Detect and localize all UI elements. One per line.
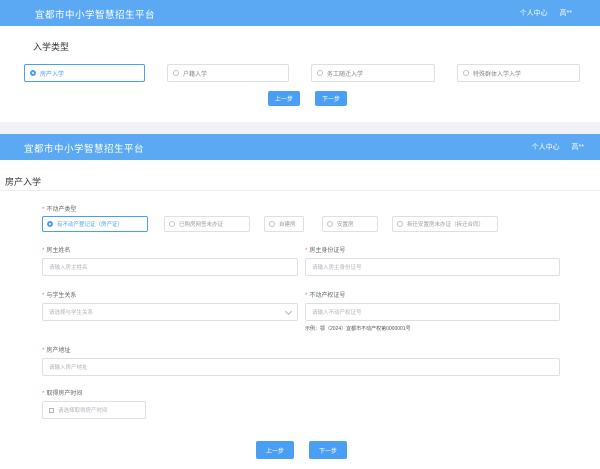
user-name[interactable]: 高** (572, 144, 584, 151)
required-mark: * (305, 248, 308, 254)
address-input[interactable]: 请输入房产地址 (42, 358, 560, 376)
prev-button[interactable]: 上一步 (256, 441, 294, 459)
option-migrant[interactable]: 务工随迁入学 (311, 64, 435, 82)
calendar-icon (49, 407, 54, 413)
cert-no-input[interactable]: 请输入不动产权证号 (305, 303, 560, 321)
radio-icon (317, 70, 323, 76)
required-mark: * (42, 391, 45, 397)
option-label: 特殊群体入学入学 (473, 71, 522, 78)
property-type-option-self-built[interactable]: 自建房 (264, 216, 304, 232)
radio-icon (169, 221, 175, 227)
required-mark: * (42, 207, 45, 213)
divider (0, 190, 600, 191)
option-property[interactable]: 房产入学 (24, 64, 145, 82)
next-button[interactable]: 下一步 (309, 441, 347, 459)
owner-id-label: * 房主身份证号 (305, 248, 346, 254)
option-label: 务工随迁入学 (327, 71, 364, 78)
relation-placeholder: 请选择与学生关系 (49, 310, 94, 316)
user-area: 个人中心 高** (510, 8, 572, 18)
user-area: 个人中心 高** (522, 142, 584, 152)
relation-label: * 与学生关系 (42, 293, 77, 299)
property-admission-screen: 宜都市中小学智慧招生平台 个人中心 高** 房产入学 * 不动产类型 有不动产登记… (0, 134, 600, 469)
option-label: 房产入学 (40, 71, 65, 78)
property-type-label: * 不动产类型 (42, 207, 77, 213)
acquire-time-placeholder: 请选择取得房产时间 (58, 408, 108, 414)
owner-name-label: * 房主姓名 (42, 248, 71, 254)
option-label: 户籍入学 (183, 71, 208, 78)
top-header: 宜都市中小学智慧招生平台 个人中心 高** (0, 0, 600, 26)
section-title: 房产入学 (5, 177, 42, 187)
cert-no-label: * 不动产权证号 (305, 293, 346, 299)
option-special[interactable]: 特殊群体入学入学 (457, 64, 580, 82)
radio-icon (173, 70, 179, 76)
radio-icon (463, 70, 469, 76)
acquire-time-label: * 取得房产时间 (42, 391, 83, 397)
property-type-option-demolition[interactable]: 拆迁安置房未办证（拆迁合同） (392, 216, 498, 232)
option-household[interactable]: 户籍入学 (167, 64, 289, 82)
user-center-link[interactable]: 个人中心 (532, 144, 560, 151)
required-mark: * (305, 293, 308, 299)
property-type-option-online-signed[interactable]: 已购房网签未办证 (164, 216, 250, 232)
owner-name-input[interactable]: 请输入房主姓名 (42, 258, 298, 276)
admission-type-screen: 宜都市中小学智慧招生平台 个人中心 高** 入学类型 房产入学 户籍入学 务工随… (0, 0, 600, 122)
chevron-down-icon (284, 307, 293, 316)
property-type-option-resettlement[interactable]: 安置房 (322, 216, 378, 232)
property-type-option-cert[interactable]: 有不动产登记证（房产证） (42, 216, 148, 232)
owner-id-input[interactable]: 请输入房主身份证号 (305, 258, 560, 276)
app-title: 宜都市中小学智慧招生平台 (24, 144, 145, 155)
radio-icon (269, 221, 275, 227)
user-center-link[interactable]: 个人中心 (520, 10, 548, 17)
user-name[interactable]: 高** (560, 10, 572, 17)
prev-button[interactable]: 上一步 (268, 91, 300, 106)
radio-icon (30, 70, 36, 76)
page-root: 宜都市中小学智慧招生平台 个人中心 高** 入学类型 房产入学 户籍入学 务工随… (0, 0, 600, 469)
address-label: * 房产地址 (42, 348, 71, 354)
required-mark: * (42, 348, 45, 354)
required-mark: * (42, 293, 45, 299)
section-title: 入学类型 (33, 42, 70, 52)
acquire-time-picker[interactable]: 请选择取得房产时间 (42, 401, 146, 419)
top-header: 宜都市中小学智慧招生平台 个人中心 高** (0, 134, 600, 160)
next-button[interactable]: 下一步 (315, 91, 347, 106)
app-title: 宜都市中小学智慧招生平台 (35, 10, 156, 21)
radio-icon (47, 221, 53, 227)
required-mark: * (42, 248, 45, 254)
radio-icon (327, 221, 333, 227)
radio-icon (397, 221, 403, 227)
relation-select[interactable]: 请选择与学生关系 (42, 303, 298, 321)
cert-no-hint: 示例：鄂（2024）宜都市不动产权第0000001号 (305, 326, 411, 332)
